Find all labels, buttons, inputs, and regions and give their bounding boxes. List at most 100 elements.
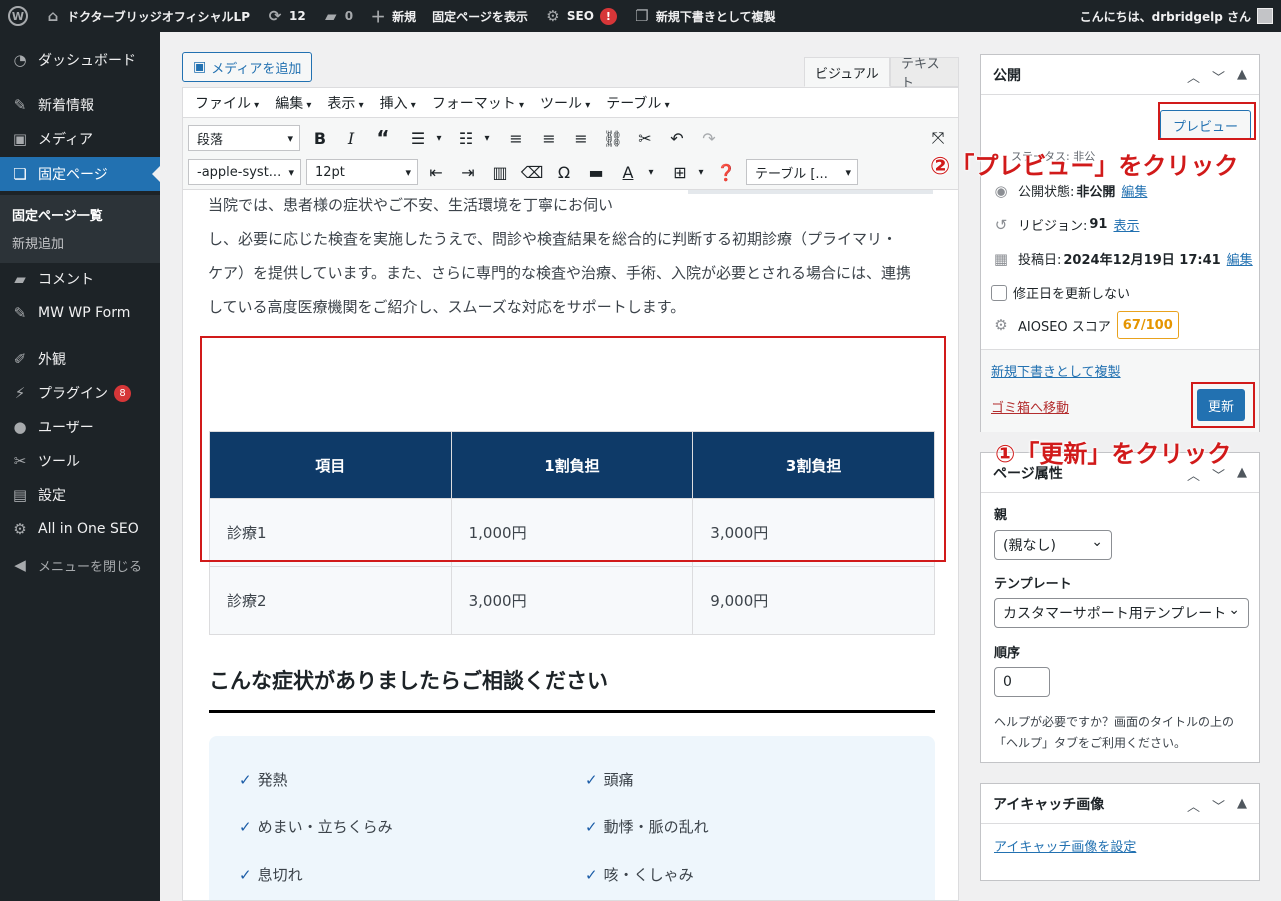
seo-menu[interactable]: ⚙ SEO ! (536, 0, 625, 32)
chevron-up-icon[interactable]: ︿ (1187, 67, 1200, 86)
publish-box-controls: ︿ ﹀ ▲ (1187, 67, 1247, 86)
preview-highlight-frame (1158, 102, 1256, 140)
link-icon[interactable]: ⛓ (600, 125, 626, 151)
date-row: ▦ 投稿日: 2024年12月19日 17:41 編集 (991, 249, 1253, 269)
template-select[interactable]: カスタマーサポート用テンプレート (994, 598, 1249, 628)
help-text: ヘルプが必要ですか？画面のタイトルの上の「ヘルプ」タブをご利用ください。 (994, 715, 1235, 750)
collapse-triangle-icon[interactable]: ▲ (1237, 796, 1247, 815)
menu-tools[interactable]: ツール (532, 93, 598, 113)
aioseo-score-badge[interactable]: 67/100 (1116, 311, 1179, 339)
font-size-select[interactable]: 12pt (306, 159, 418, 185)
chevron-down-icon[interactable]: ▾ (474, 125, 500, 151)
updates-link[interactable]: ⟳ 12 (258, 0, 314, 32)
chevron-down-icon[interactable]: ▾ (638, 159, 664, 185)
clear-format-icon[interactable]: ⌫ (519, 159, 545, 185)
font-family-select[interactable]: -apple-syst... (188, 159, 301, 185)
redo-icon[interactable]: ↷ (696, 125, 722, 151)
menu-file[interactable]: ファイル (187, 93, 267, 113)
align-right-icon[interactable]: ≡ (568, 125, 594, 151)
chevron-down-icon[interactable]: ﹀ (1212, 67, 1225, 86)
revisions-row: ↺ リビジョン: 91 表示 (991, 215, 1140, 235)
menu-edit[interactable]: 編集 (267, 93, 319, 113)
chevron-down-icon[interactable]: ▾ (688, 159, 714, 185)
gear-icon: ⚙ (546, 7, 560, 25)
aioseo-score-row: ⚙ AIOSEO スコア 67/100 (991, 311, 1179, 339)
account-menu[interactable]: こんにちは、drbridgelp さん (1072, 0, 1281, 32)
view-page-link[interactable]: 固定ページを表示 (424, 0, 536, 32)
order-input[interactable]: 0 (994, 667, 1050, 697)
admin-bar: W ⌂ ドクターブリッジオフィシャルLP ⟳ 12 ▰ 0 ＋ 新規 固定ページ… (0, 0, 1281, 32)
add-media-button[interactable]: ▣ メディアを追加 (182, 52, 313, 82)
undo-icon[interactable]: ↶ (664, 125, 690, 151)
outdent-icon[interactable]: ⇤ (423, 159, 449, 185)
pin-icon: ✎ (13, 96, 27, 114)
submenu-all-pages[interactable]: 固定ページ一覧 (12, 205, 103, 224)
sidebar-item-media[interactable]: ▣ メディア (0, 122, 160, 156)
sidebar-item-pages[interactable]: ❏ 固定ページ (0, 157, 160, 191)
help-icon[interactable]: ❓ (713, 159, 739, 185)
sidebar-item-comments[interactable]: ▰ コメント (0, 262, 160, 296)
page-attributes-box: ページ属性 ︿ ﹀ ▲ 親 (親なし) テンプレート カスタマーサポート用テンプ… (980, 452, 1260, 763)
chevron-up-icon[interactable]: ︿ (1187, 796, 1200, 815)
horizontal-line-icon[interactable]: ▬ (583, 159, 609, 185)
submenu-add-new[interactable]: 新規追加 (12, 233, 64, 252)
date-edit-link[interactable]: 編集 (1227, 249, 1253, 268)
featured-image-box: アイキャッチ画像 ︿ ﹀ ▲ アイキャッチ画像を設定 (980, 783, 1260, 881)
table-class-select[interactable]: テーブル [... (746, 159, 858, 185)
sidebar-item-news[interactable]: ✎ 新着情報 (0, 88, 160, 122)
unlink-icon[interactable]: ✂ (632, 125, 658, 151)
chevron-down-icon[interactable]: ▾ (426, 125, 452, 151)
editor-toolbar: 段落 B I “ ☰ ▾ ☷ ▾ ≡ ≡ ≡ ⛓ ✂ ↶ ↷ ⤧ -apple-… (183, 118, 958, 190)
no-update-date-row[interactable]: 修正日を更新しない (991, 283, 1130, 302)
new-content-link[interactable]: ＋ 新規 (361, 0, 424, 32)
sidebar-item-aioseo[interactable]: ⚙ All in One SEO (0, 512, 160, 546)
table-highlight-frame (200, 336, 946, 562)
tab-visual[interactable]: ビジュアル (804, 57, 890, 87)
format-select[interactable]: 段落 (188, 125, 300, 151)
sidebar-item-mw-wp-form[interactable]: ✎ MW WP Form (0, 296, 160, 330)
comments-link[interactable]: ▰ 0 (314, 0, 361, 32)
heading-underline (209, 710, 935, 713)
blockquote-icon[interactable]: “ (370, 125, 396, 151)
collapse-icon: ◀ (14, 556, 26, 574)
visibility-edit-link[interactable]: 編集 (1121, 181, 1147, 200)
indent-icon[interactable]: ⇥ (455, 159, 481, 185)
special-char-icon[interactable]: Ω (551, 159, 577, 185)
sidebar-item-settings[interactable]: ▤ 設定 (0, 478, 160, 512)
tab-text[interactable]: テキスト (890, 57, 959, 91)
menu-view[interactable]: 表示 (319, 93, 371, 113)
no-update-date-checkbox[interactable] (991, 284, 1007, 301)
history-icon: ↺ (994, 215, 1008, 234)
trash-link[interactable]: ゴミ箱へ移動 (991, 397, 1069, 416)
chevron-down-icon[interactable]: ﹀ (1212, 796, 1225, 815)
avatar (1257, 8, 1273, 24)
duplicate-draft-link[interactable]: ❐ 新規下書きとして複製 (625, 0, 784, 32)
align-left-icon[interactable]: ≡ (503, 125, 529, 151)
duplicate-draft-link[interactable]: 新規下書きとして複製 (991, 361, 1121, 380)
sidebar-item-users[interactable]: ● ユーザー (0, 410, 160, 444)
set-featured-image-link[interactable]: アイキャッチ画像を設定 (994, 836, 1136, 855)
align-center-icon[interactable]: ≡ (536, 125, 562, 151)
menu-format[interactable]: フォーマット (424, 93, 532, 113)
bold-icon[interactable]: B (307, 125, 333, 151)
sidebar-item-dashboard[interactable]: ◔ ダッシュボード (0, 43, 160, 77)
table-cell: 診療2 (209, 566, 452, 635)
collapse-menu-button[interactable]: ◀ メニューを閉じる (0, 548, 160, 582)
sidebar-item-tools[interactable]: ✂ ツール (0, 444, 160, 478)
list-item: ✓ 動悸・脈の乱れ (585, 818, 709, 836)
comment-icon: ▰ (14, 270, 26, 288)
sidebar-item-appearance[interactable]: ✐ 外観 (0, 342, 160, 376)
sidebar-item-plugins[interactable]: ⚡ プラグイン 8 (0, 376, 160, 410)
collapse-triangle-icon[interactable]: ▲ (1237, 67, 1247, 86)
paste-text-icon[interactable]: ▥ (487, 159, 513, 185)
revisions-view-link[interactable]: 表示 (1113, 215, 1139, 234)
wp-logo-icon[interactable]: W (0, 0, 36, 32)
parent-select[interactable]: (親なし) (994, 530, 1112, 560)
site-name-link[interactable]: ⌂ ドクターブリッジオフィシャルLP (36, 0, 258, 32)
menu-insert[interactable]: 挿入 (372, 93, 424, 113)
italic-icon[interactable]: I (338, 125, 364, 151)
pin-icon: ✎ (13, 304, 27, 322)
collapse-triangle-icon[interactable]: ▲ (1237, 465, 1247, 484)
menu-table[interactable]: テーブル (598, 93, 677, 113)
template-label: テンプレート (994, 577, 1072, 592)
